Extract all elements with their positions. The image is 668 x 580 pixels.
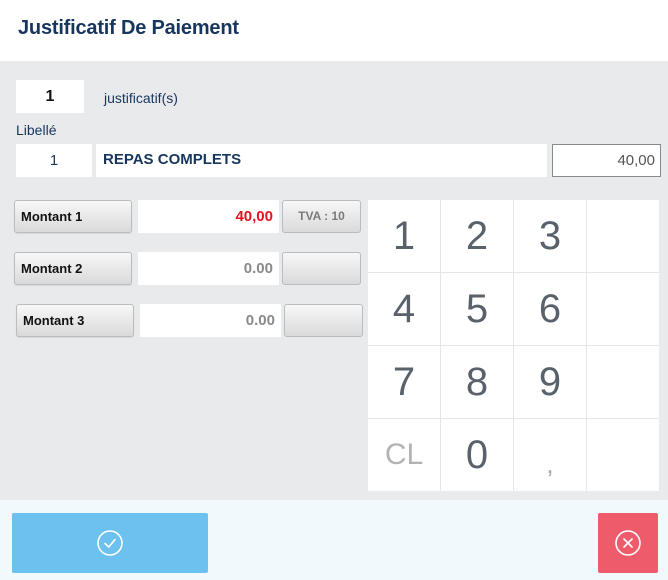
montant-1-value[interactable]: 40,00	[138, 200, 279, 233]
check-circle-icon	[97, 530, 123, 556]
key-blank-1[interactable]	[587, 200, 659, 272]
key-4[interactable]: 4	[368, 273, 440, 345]
key-9[interactable]: 9	[514, 346, 586, 418]
montant-3-tva-button[interactable]	[284, 304, 363, 337]
key-blank-2[interactable]	[587, 273, 659, 345]
montant-1-tva-button[interactable]: TVA : 10	[282, 200, 361, 233]
key-comma[interactable]: ,	[514, 419, 586, 491]
header: Justificatif De Paiement	[0, 0, 668, 61]
line-description-field[interactable]: REPAS COMPLETS	[96, 144, 547, 177]
key-blank-3[interactable]	[587, 346, 659, 418]
key-2[interactable]: 2	[441, 200, 513, 272]
line-number-field[interactable]: 1	[16, 144, 92, 177]
montant-1-button[interactable]: Montant 1	[14, 200, 132, 233]
montant-2-tva-button[interactable]	[282, 252, 361, 285]
cancel-button[interactable]	[598, 513, 658, 573]
montant-2-button[interactable]: Montant 2	[14, 252, 132, 285]
close-circle-icon	[615, 530, 641, 556]
line-amount-field[interactable]: 40,00	[552, 144, 661, 177]
count-label: justificatif(s)	[104, 90, 178, 106]
key-8[interactable]: 8	[441, 346, 513, 418]
montant-2-value[interactable]: 0.00	[138, 252, 279, 285]
montant-3-value[interactable]: 0.00	[140, 304, 281, 337]
key-3[interactable]: 3	[514, 200, 586, 272]
key-7[interactable]: 7	[368, 346, 440, 418]
numeric-keypad: 1 2 3 4 5 6 7 8 9 CL 0 ,	[368, 200, 659, 491]
key-1[interactable]: 1	[368, 200, 440, 272]
key-6[interactable]: 6	[514, 273, 586, 345]
key-clear[interactable]: CL	[368, 419, 440, 491]
count-field[interactable]: 1	[16, 80, 84, 113]
montant-3-button[interactable]: Montant 3	[16, 304, 134, 337]
libelle-label: Libellé	[16, 122, 57, 138]
page-title: Justificatif De Paiement	[18, 17, 239, 39]
key-0[interactable]: 0	[441, 419, 513, 491]
key-blank-4[interactable]	[587, 419, 659, 491]
confirm-button[interactable]	[12, 513, 208, 573]
key-5[interactable]: 5	[441, 273, 513, 345]
